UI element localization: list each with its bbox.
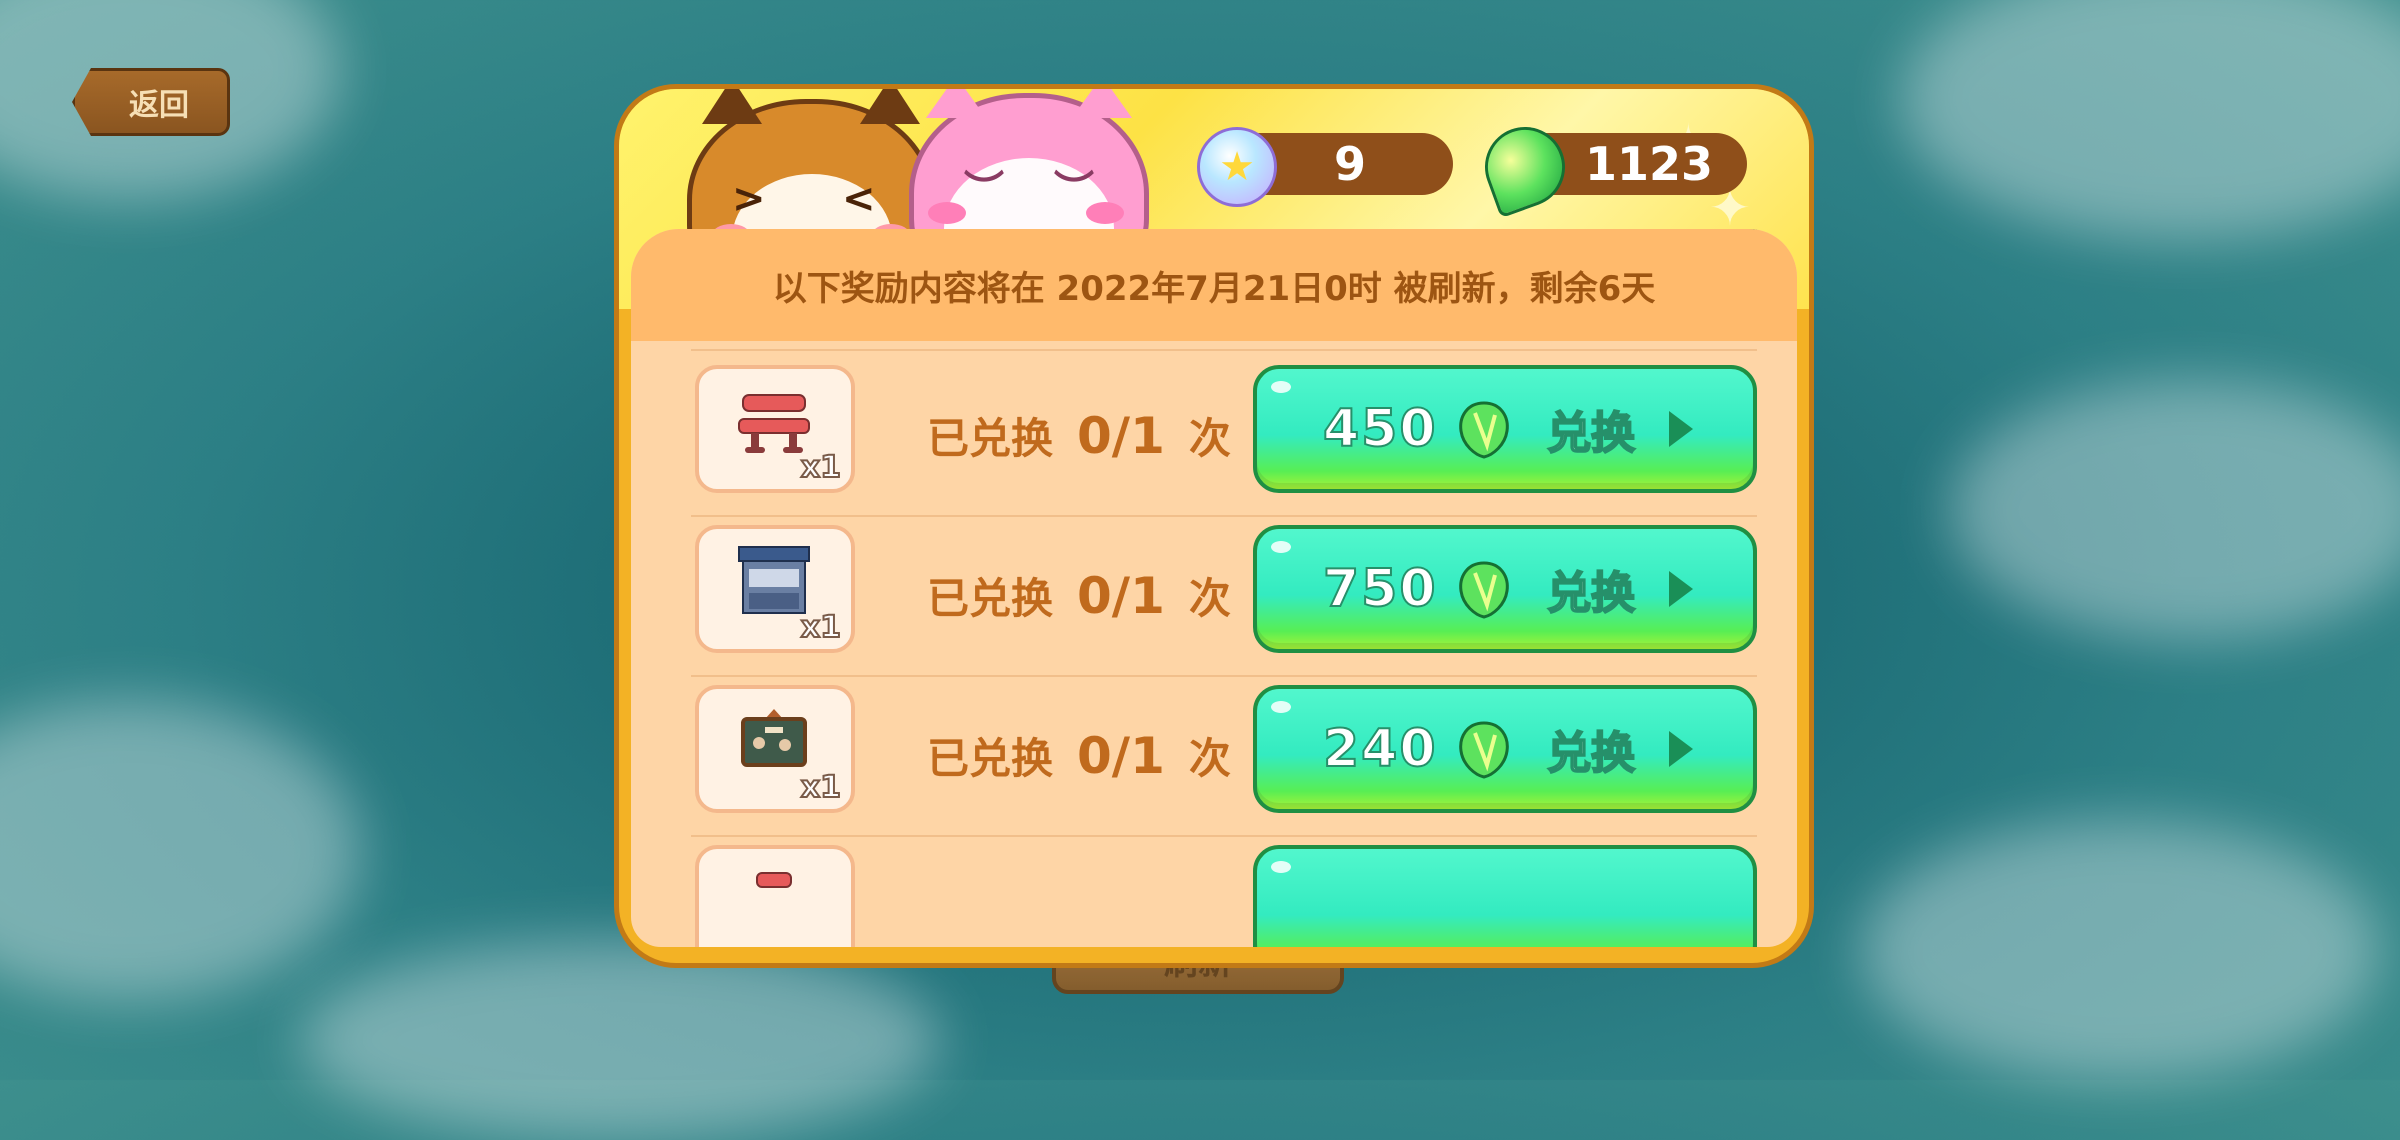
redeem-button[interactable]: 240 兑换 [1253, 685, 1757, 813]
play-arrow-icon [1669, 411, 1693, 447]
item-quantity: x1 [800, 449, 842, 486]
back-button[interactable]: 返回 [72, 68, 230, 136]
redeem-button-label: 兑换 [1546, 727, 1636, 780]
green-gem-icon [1459, 721, 1509, 779]
reward-list-container: 以下奖励内容将在 2022年7月21日0时 被刷新，剩余6天 x1 已兑换 0/… [631, 229, 1797, 947]
reward-row: x1 已兑换 0/1 次 240 兑换 [631, 685, 1797, 845]
item-quantity: x1 [800, 769, 842, 806]
refresh-notice-banner: 以下奖励内容将在 2022年7月21日0时 被刷新，剩余6天 [631, 229, 1797, 341]
reward-item-slot: x1 [695, 365, 855, 493]
reward-row: x1 已兑换 0/1 次 450 兑换 [631, 365, 1797, 525]
redeemed-label: 已兑换 [927, 734, 1054, 783]
price-value: 450 [1322, 398, 1438, 460]
redeem-count-unit: 次 [1188, 414, 1231, 463]
redeem-count-value: 0/1 [1077, 566, 1165, 625]
redeem-button[interactable]: 750 兑换 [1253, 525, 1757, 653]
reward-row [631, 845, 1797, 947]
redeem-button-label: 兑换 [1546, 567, 1636, 620]
redeem-button[interactable]: 450 兑换 [1253, 365, 1757, 493]
green-gem-icon [1473, 115, 1577, 219]
redeem-count: 已兑换 0/1 次 [927, 405, 1231, 466]
redeem-button[interactable] [1253, 845, 1757, 947]
refresh-notice-text: 以下奖励内容将在 2022年7月21日0时 被刷新，剩余6天 [772, 268, 1656, 309]
star-gem-value: 9 [1333, 137, 1366, 191]
play-arrow-icon [1669, 731, 1693, 767]
back-button-label: 返回 [129, 88, 189, 123]
reward-item-slot: x1 [695, 685, 855, 813]
reward-item-slot [695, 845, 855, 947]
redeem-count-value: 0/1 [1077, 406, 1165, 465]
price-value: 750 [1322, 558, 1438, 620]
star-gem-icon: ★ [1197, 127, 1277, 207]
redeem-button-label: 兑换 [1546, 407, 1636, 460]
price-value: 240 [1322, 718, 1438, 780]
exchange-panel: ✦ ✦ > < ︶ ︶ 9 ★ 1123 [614, 84, 1814, 968]
green-gem-value: 1123 [1584, 137, 1714, 191]
green-gem-icon [1459, 401, 1509, 459]
redeem-count-unit: 次 [1188, 734, 1231, 783]
reward-row: x1 已兑换 0/1 次 750 兑换 [631, 525, 1797, 685]
partial-item-icon [756, 872, 792, 888]
green-gem-icon [1459, 561, 1509, 619]
play-arrow-icon [1669, 571, 1693, 607]
chalkboard-sign-icon [741, 709, 807, 767]
redeem-count: 已兑换 0/1 次 [927, 725, 1231, 786]
redeemed-label: 已兑换 [927, 414, 1054, 463]
redeem-count: 已兑换 0/1 次 [927, 565, 1231, 626]
redeem-count-value: 0/1 [1077, 726, 1165, 785]
red-bench-icon [738, 394, 810, 453]
item-quantity: x1 [800, 609, 842, 646]
redeemed-label: 已兑换 [927, 574, 1054, 623]
reward-item-slot: x1 [695, 525, 855, 653]
shop-stall-icon [738, 546, 810, 614]
redeem-count-unit: 次 [1188, 574, 1231, 623]
